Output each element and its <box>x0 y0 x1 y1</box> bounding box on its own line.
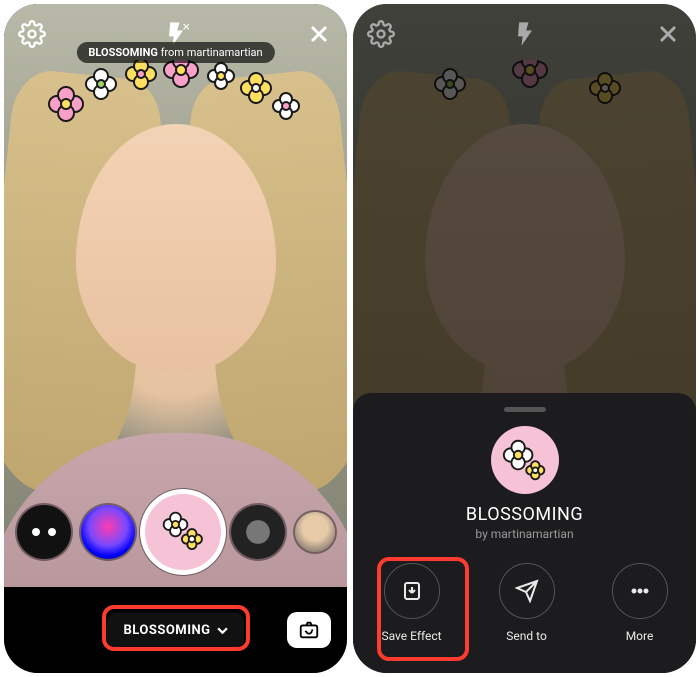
sheet-effect-byline[interactable]: by martinamartian <box>475 527 573 541</box>
camera-bottom-bar: BLOSSOMING <box>4 587 347 673</box>
flash-icon[interactable] <box>511 20 539 48</box>
effect-thumb-eyes[interactable] <box>17 505 71 559</box>
svg-text:✕: ✕ <box>181 21 189 34</box>
more-button[interactable]: More <box>612 563 668 643</box>
switch-camera-button[interactable] <box>287 612 331 648</box>
effect-attribution-pill[interactable]: BLOSSOMING from martinamartian <box>76 42 274 63</box>
sheet-effect-title: BLOSSOMING <box>466 504 583 525</box>
effect-carousel[interactable] <box>4 487 347 577</box>
effect-author: martinamartian <box>187 46 263 59</box>
camera-top-bar <box>353 14 696 54</box>
effect-thumb-planet[interactable] <box>231 505 285 559</box>
ar-flower-crown-overlay <box>395 60 655 140</box>
close-icon[interactable] <box>305 20 333 48</box>
save-icon <box>400 579 424 603</box>
close-icon[interactable] <box>654 20 682 48</box>
switch-camera-icon <box>298 619 320 641</box>
sheet-actions-row: Save Effect Send to More <box>353 563 696 643</box>
settings-icon[interactable] <box>18 20 46 48</box>
phone-effect-sheet-screen: BLOSSOMING by martinamartian Save Effect… <box>353 4 696 673</box>
send-to-button[interactable]: Send to <box>499 563 555 643</box>
effect-avatar[interactable] <box>491 426 559 494</box>
effect-name-button[interactable]: BLOSSOMING <box>107 613 243 648</box>
save-effect-button[interactable]: Save Effect <box>381 563 441 643</box>
effect-action-sheet: BLOSSOMING by martinamartian Save Effect… <box>353 393 696 673</box>
effect-name: BLOSSOMING <box>88 46 157 59</box>
effect-thumb-blossoming-selected[interactable] <box>145 494 221 570</box>
more-icon <box>628 579 652 603</box>
chevron-down-icon <box>217 625 228 636</box>
effect-thumb-face[interactable] <box>295 512 335 552</box>
settings-icon[interactable] <box>367 20 395 48</box>
send-icon <box>515 579 539 603</box>
effect-thumb-thermal[interactable] <box>81 505 135 559</box>
phone-camera-screen: ✕ BLOSSOMING from martinamartian BLOSSOM… <box>4 4 347 673</box>
sheet-grabber[interactable] <box>504 407 546 412</box>
